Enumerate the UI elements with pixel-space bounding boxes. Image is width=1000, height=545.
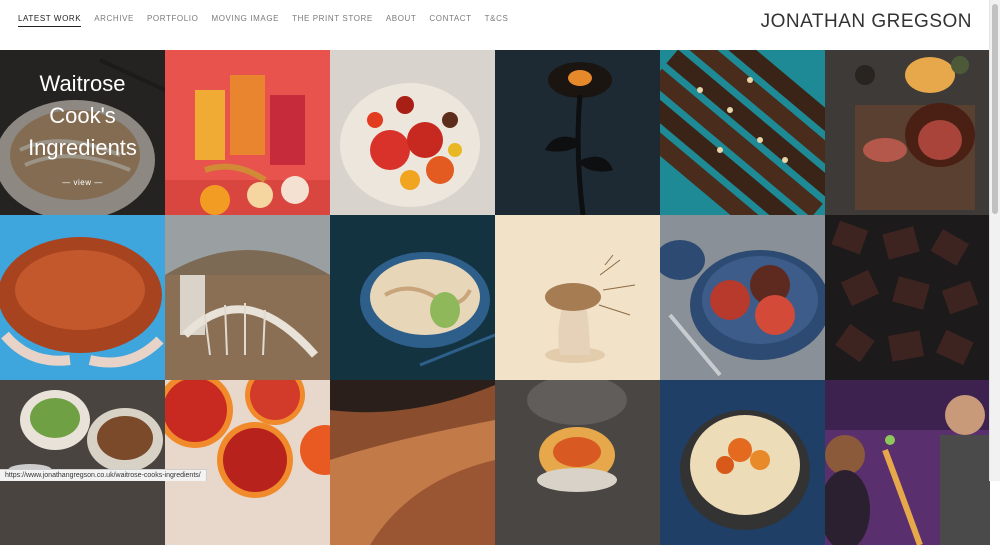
project-tile-salad-table[interactable] (0, 380, 165, 545)
nav-latest-work[interactable]: LATEST WORK (18, 14, 82, 27)
project-tile-chocolate-bars[interactable] (660, 50, 825, 215)
blood-oranges-image (165, 380, 330, 545)
chocolate-pieces-image (825, 215, 990, 380)
nav-contact[interactable]: CONTACT (429, 14, 471, 27)
nav-print-store[interactable]: THE PRINT STORE (292, 14, 373, 27)
dark-flower-image (495, 50, 660, 215)
nav-about[interactable]: ABOUT (386, 14, 417, 27)
project-tile-noodle-bowl[interactable]: Waitrose Cook's Ingredients — view — (0, 50, 165, 215)
project-tile-rice-pudding[interactable] (660, 380, 825, 545)
project-tile-ice-cream[interactable] (660, 215, 825, 380)
nav-moving-image[interactable]: MOVING IMAGE (211, 14, 279, 27)
sand-dunes-image (330, 380, 495, 545)
project-tile-family-cooking[interactable] (825, 380, 990, 545)
project-tile-sand-dunes[interactable] (330, 380, 495, 545)
link-status-bar: https://www.jonathangregson.co.uk/waitro… (0, 469, 207, 481)
site-title[interactable]: JONATHAN GREGSON (761, 11, 972, 33)
tile-title: Waitrose Cook's Ingredients (28, 71, 137, 160)
project-grid: Waitrose Cook's Ingredients — view — (0, 50, 990, 545)
nav-archive[interactable]: ARCHIVE (94, 14, 134, 27)
ramen-image (330, 215, 495, 380)
project-tile-dark-flower[interactable] (495, 50, 660, 215)
project-tile-ramen[interactable] (330, 215, 495, 380)
ice-cream-image (660, 215, 825, 380)
museum-skeleton-image (165, 215, 330, 380)
project-tile-steamed-bun[interactable] (495, 380, 660, 545)
salad-table-image (0, 380, 165, 545)
project-tile-roast-beef[interactable] (825, 50, 990, 215)
project-tile-museum-skeleton[interactable] (165, 215, 330, 380)
project-tile-crab[interactable] (0, 215, 165, 380)
mushroom-image (495, 215, 660, 380)
site-header: LATEST WORK ARCHIVE PORTFOLIO MOVING IMA… (0, 0, 990, 50)
nav-portfolio[interactable]: PORTFOLIO (147, 14, 198, 27)
project-tile-mushroom[interactable] (495, 215, 660, 380)
tile-hover-overlay[interactable]: Waitrose Cook's Ingredients — view — (0, 50, 165, 215)
project-tile-tea-glasses[interactable] (165, 50, 330, 215)
project-tile-blood-oranges[interactable] (165, 380, 330, 545)
project-tile-tomatoes[interactable] (330, 50, 495, 215)
tea-glasses-image (165, 50, 330, 215)
chocolate-bars-image (660, 50, 825, 215)
steamed-bun-image (495, 380, 660, 545)
main-nav: LATEST WORK ARCHIVE PORTFOLIO MOVING IMA… (18, 14, 508, 27)
roast-beef-image (825, 50, 990, 215)
page-scrollbar[interactable] (989, 0, 1000, 481)
crab-image (0, 215, 165, 380)
family-cooking-image (825, 380, 990, 545)
rice-pudding-image (660, 380, 825, 545)
tomatoes-image (330, 50, 495, 215)
scrollbar-thumb[interactable] (992, 4, 998, 214)
tile-view-link[interactable]: — view — (62, 178, 102, 187)
nav-tcs[interactable]: T&CS (485, 14, 509, 27)
project-tile-chocolate-pieces[interactable] (825, 215, 990, 380)
